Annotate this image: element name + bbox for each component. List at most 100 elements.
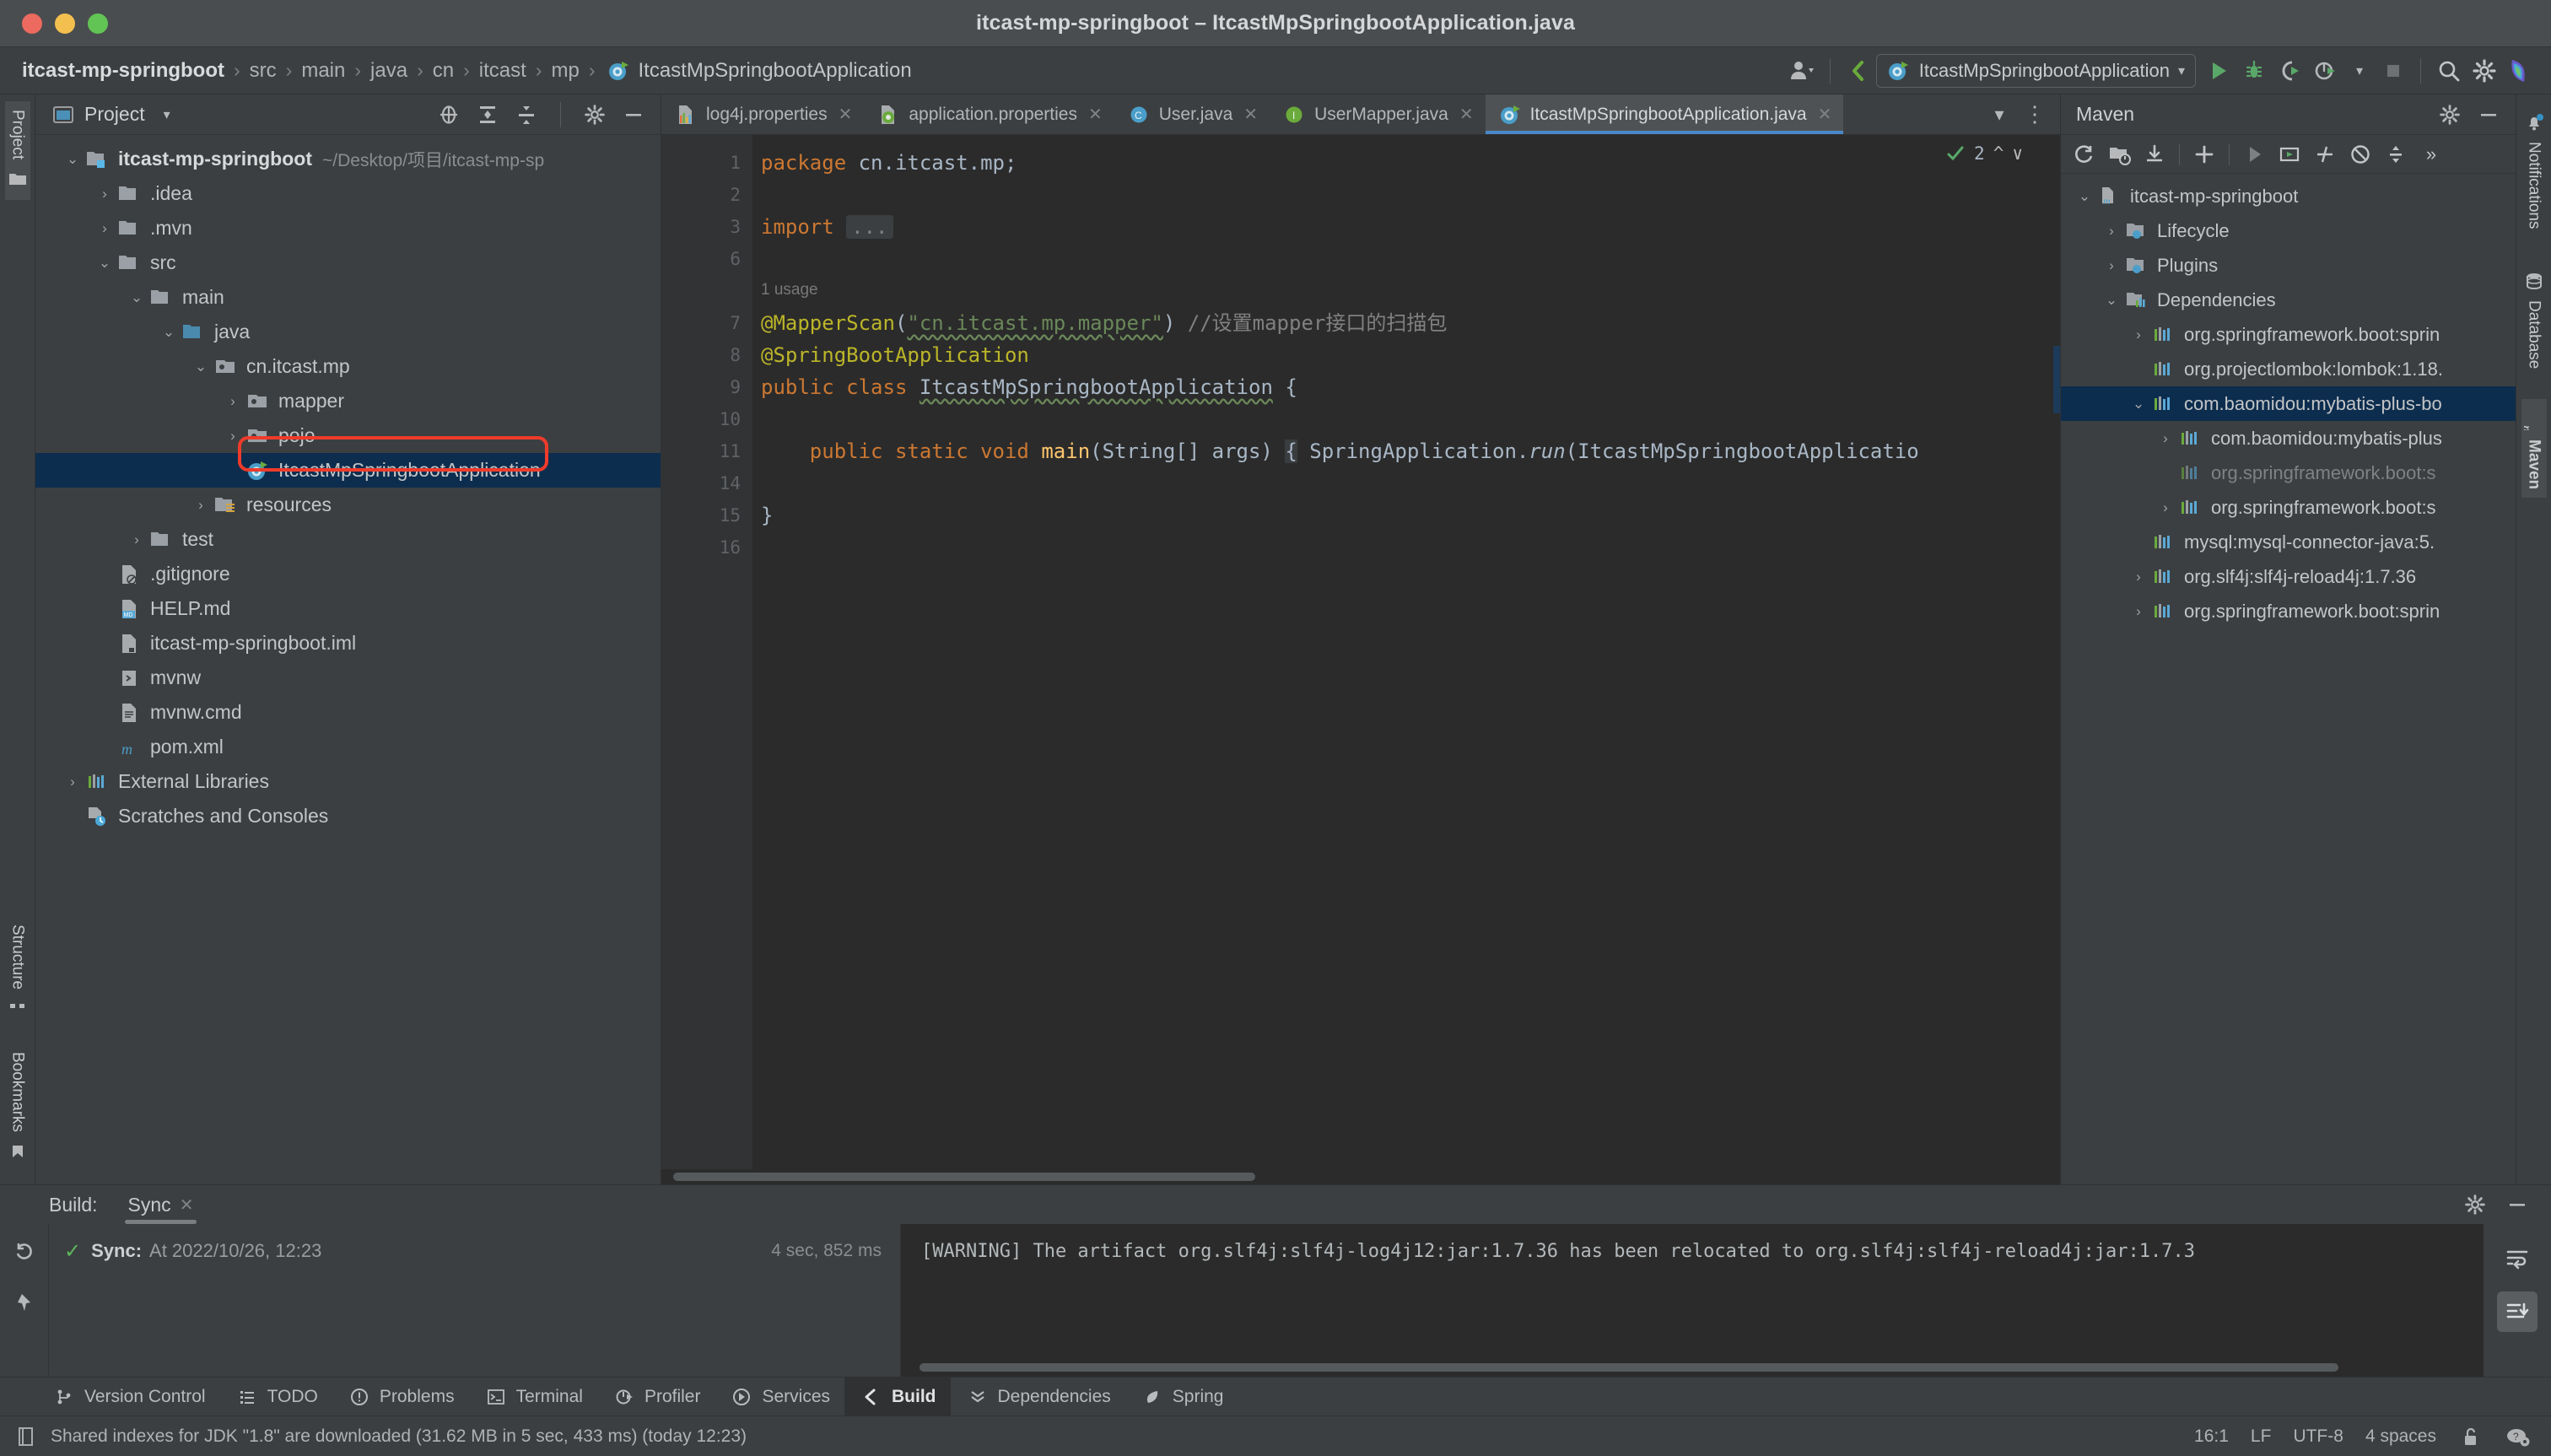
sidebar-item-structure[interactable]: Structure (5, 916, 30, 1030)
tool-window-dependencies[interactable]: Dependencies (951, 1378, 1125, 1416)
add-icon[interactable] (2188, 139, 2220, 170)
console-hscroll-thumb[interactable] (920, 1363, 2338, 1372)
maven-tree[interactable]: ⌄ m itcast-mp-springboot › Lifecycle › P… (2061, 174, 2516, 1184)
chevron-down-icon[interactable]: ⌄ (189, 359, 213, 375)
tool-window-spring[interactable]: Spring (1125, 1378, 1238, 1416)
gear-icon[interactable] (2467, 54, 2502, 88)
usage-hint[interactable]: 1 usage (761, 275, 2041, 307)
tree-row-package-pojo[interactable]: › pojo (35, 418, 661, 453)
breadcrumb-item-project[interactable]: itcast-mp-springboot (22, 59, 224, 83)
tool-window-build[interactable]: Build (844, 1378, 951, 1416)
tree-row-test[interactable]: › test (35, 522, 661, 557)
tree-row-package-mapper[interactable]: › mapper (35, 384, 661, 418)
indent-setting[interactable]: 4 spaces (2365, 1426, 2436, 1447)
run-button[interactable] (2201, 54, 2236, 88)
maven-row-dependency[interactable]: org.springframework.boot:s (2061, 456, 2516, 490)
close-window-button[interactable] (22, 13, 42, 34)
previous-problem-icon[interactable]: ^ (1993, 143, 2004, 164)
chevron-down-icon[interactable]: ⌄ (2073, 188, 2096, 205)
more-icon[interactable]: » (2415, 139, 2447, 170)
minimize-icon[interactable] (2473, 100, 2504, 130)
help-gear-icon[interactable]: ? (2505, 1424, 2531, 1449)
breadcrumb-item-main[interactable]: main (301, 59, 345, 83)
run-configuration-selector[interactable]: ItcastMpSpringbootApplication ▾ (1876, 54, 2196, 88)
chevron-right-icon[interactable]: › (125, 531, 148, 548)
tool-window-profiler[interactable]: Profiler (597, 1378, 715, 1416)
back-arrow-icon[interactable] (1841, 54, 1876, 88)
chevron-right-icon[interactable]: › (221, 428, 245, 445)
maven-row-project[interactable]: ⌄ m itcast-mp-springboot (2061, 179, 2516, 213)
chevron-right-icon[interactable]: › (2127, 603, 2150, 620)
next-problem-icon[interactable]: ∨ (2012, 143, 2023, 164)
maven-row-dependency[interactable]: › com.baomidou:mybatis-plus (2061, 421, 2516, 456)
tree-row-mvnw-cmd[interactable]: mvnw.cmd (35, 695, 661, 730)
tree-row-main[interactable]: ⌄ main (35, 280, 661, 315)
tool-window-version-control[interactable]: Version Control (37, 1378, 220, 1416)
chevron-right-icon[interactable]: › (2127, 326, 2150, 343)
chevron-down-icon[interactable]: ⌄ (125, 289, 148, 306)
soft-wrap-icon[interactable] (2497, 1238, 2538, 1278)
tree-row-scratches-and-consoles[interactable]: Scratches and Consoles (35, 799, 661, 833)
tree-row-idea[interactable]: › .idea (35, 176, 661, 211)
editor-tab-usermapper-java[interactable]: I UserMapper.java ✕ (1270, 94, 1486, 134)
tree-row-pom-xml[interactable]: m pom.xml (35, 730, 661, 764)
sidebar-item-bookmarks[interactable]: Bookmarks (5, 1043, 30, 1173)
editor-gutter[interactable]: 1 2 3 6 7 8 9 10 11 14 15 16 (661, 135, 752, 1169)
tool-window-services[interactable]: Services (715, 1378, 844, 1416)
chevron-right-icon[interactable]: › (61, 774, 84, 790)
chevron-down-icon[interactable]: ⌄ (2100, 292, 2123, 309)
expand-all-icon[interactable] (472, 100, 503, 130)
sidebar-item-project[interactable]: Project (5, 101, 30, 200)
reload-icon[interactable] (2068, 139, 2100, 170)
close-icon[interactable]: ✕ (1818, 104, 1832, 125)
breadcrumb-item-class[interactable]: ItcastMpSpringbootApplication (638, 59, 911, 83)
breadcrumb-item-src[interactable]: src (250, 59, 277, 83)
window-controls[interactable] (0, 13, 108, 34)
toggle-offline-icon[interactable] (2344, 139, 2376, 170)
chevron-down-icon[interactable]: ⌄ (2127, 396, 2150, 413)
chevron-down-icon[interactable]: ⌄ (61, 151, 84, 168)
editor-tab-log4j-properties[interactable]: log4j.properties ✕ (661, 94, 864, 134)
editor-hscroll-thumb[interactable] (673, 1173, 1255, 1181)
breadcrumb-item-cn[interactable]: cn (433, 59, 454, 83)
chevron-down-icon[interactable]: ⌄ (157, 324, 181, 341)
caret-position[interactable]: 16:1 (2194, 1426, 2229, 1447)
chevron-down-icon[interactable]: ⌄ (93, 255, 116, 272)
collapse-all-icon[interactable] (2380, 139, 2412, 170)
chevron-down-icon[interactable]: ▾ (2343, 54, 2376, 88)
chevron-right-icon[interactable]: › (2127, 569, 2150, 585)
debug-button[interactable] (2236, 54, 2272, 88)
close-icon[interactable]: ✕ (1459, 104, 1474, 125)
scroll-to-end-icon[interactable] (2497, 1292, 2538, 1332)
tree-row-package-cn-itcast-mp[interactable]: ⌄ cn.itcast.mp (35, 349, 661, 384)
download-sources-icon[interactable] (2138, 139, 2171, 170)
profiler-button[interactable] (2307, 54, 2343, 88)
toggle-skip-tests-icon[interactable] (2309, 139, 2341, 170)
sidebar-item-database[interactable]: Database (2521, 260, 2547, 377)
tree-row-src[interactable]: ⌄ src (35, 245, 661, 280)
build-result-tree[interactable]: ✓ Sync: At 2022/10/26, 12:23 4 sec, 852 … (49, 1224, 901, 1377)
code-editor[interactable]: 1 2 3 6 7 8 9 10 11 14 15 16 package cn.… (661, 135, 2060, 1169)
code-text[interactable]: package cn.itcast.mp; import ... 1 usage… (752, 135, 2041, 1169)
chevron-right-icon[interactable]: › (221, 393, 245, 410)
chevron-right-icon[interactable]: › (2154, 499, 2177, 516)
minimize-window-button[interactable] (55, 13, 75, 34)
tree-row-help-md[interactable]: MD HELP.md (35, 591, 661, 626)
gear-icon[interactable] (2460, 1189, 2490, 1220)
close-icon[interactable]: ✕ (1088, 104, 1103, 125)
breadcrumb-item-mp[interactable]: mp (551, 59, 579, 83)
tool-window-terminal[interactable]: Terminal (469, 1378, 597, 1416)
ide-assistant-icon[interactable] (2502, 54, 2536, 88)
editor-tab-user-java[interactable]: C User.java ✕ (1114, 94, 1270, 134)
sidebar-item-notifications[interactable]: Notifications (2521, 101, 2547, 238)
breadcrumb-item-java[interactable]: java (370, 59, 407, 83)
inspection-widget[interactable]: 2 ^ ∨ (1945, 143, 2023, 164)
sidebar-item-maven[interactable]: m Maven (2521, 399, 2547, 498)
run-icon[interactable] (2238, 139, 2270, 170)
gear-icon[interactable] (580, 100, 610, 130)
chevron-right-icon[interactable]: › (2100, 223, 2123, 240)
tree-row-mvn[interactable]: › .mvn (35, 211, 661, 245)
breadcrumb-item-itcast[interactable]: itcast (479, 59, 526, 83)
execute-goal-icon[interactable] (2273, 139, 2306, 170)
user-avatar-icon[interactable] (1784, 54, 1820, 88)
